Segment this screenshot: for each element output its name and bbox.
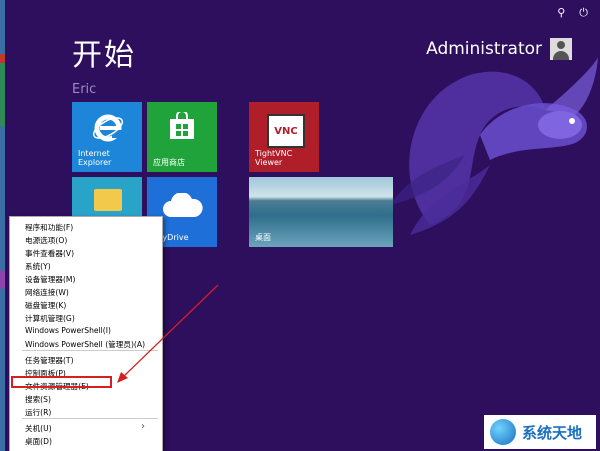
power-icon[interactable]: ⏻ (579, 6, 588, 20)
left-edge-strip (0, 0, 5, 451)
start-screen: ⚲ ⏻ 开始 Eric Administrator Internet Explo… (0, 0, 600, 451)
menu-item-task-manager[interactable]: 任务管理器(T) (25, 355, 74, 366)
watermark-text: 系统天地 (522, 423, 583, 442)
site-watermark: 系统天地 (484, 415, 596, 449)
menu-item-event-viewer[interactable]: 事件查看器(V) (25, 248, 74, 259)
tile-label: 应用商店 (153, 157, 185, 167)
watermark-logo-icon (490, 419, 516, 445)
menu-item-system[interactable]: 系统(Y) (25, 261, 51, 272)
menu-item-desktop[interactable]: 桌面(D) (25, 436, 52, 447)
menu-separator (22, 418, 158, 419)
user-account[interactable]: Administrator (426, 38, 572, 60)
menu-item-power-options[interactable]: 电源选项(O) (25, 235, 67, 246)
start-title: 开始 (72, 38, 136, 73)
tile-tightvnc-viewer[interactable]: VNC TightVNC Viewer (249, 102, 319, 172)
menu-item-network-connections[interactable]: 网络连接(W) (25, 287, 69, 298)
search-icon[interactable]: ⚲ (557, 6, 565, 20)
tile-label: Internet Explorer (78, 148, 112, 167)
menu-item-disk-management[interactable]: 磁盘管理(K) (25, 300, 66, 311)
top-window-controls: ⚲ ⏻ (557, 6, 588, 20)
cloud-icon (163, 193, 203, 217)
tile-label: TightVNC Viewer (255, 148, 293, 167)
menu-separator (22, 350, 158, 351)
menu-item-search[interactable]: 搜索(S) (25, 394, 51, 405)
betta-fish-background (390, 57, 598, 235)
menu-item-computer-management[interactable]: 计算机管理(G) (25, 313, 75, 324)
tile-internet-explorer[interactable]: Internet Explorer (72, 102, 142, 172)
tile-label: 桌面 (255, 232, 271, 242)
menu-item-powershell[interactable]: Windows PowerShell(I) (25, 326, 111, 335)
internet-explorer-icon (92, 114, 124, 142)
menu-item-shutdown[interactable]: 关机(U) (25, 421, 144, 434)
menu-item-powershell-admin[interactable]: Windows PowerShell (管理员)(A) (25, 339, 145, 350)
highlight-box-file-explorer (11, 376, 112, 388)
vnc-logo-icon: VNC (267, 114, 305, 148)
menu-item-programs-features[interactable]: 程序和功能(F) (25, 222, 73, 233)
menu-item-run[interactable]: 运行(R) (25, 407, 51, 418)
store-bag-icon (170, 112, 194, 139)
menu-item-device-manager[interactable]: 设备管理器(M) (25, 274, 75, 285)
tile-group-label: Eric (72, 82, 97, 97)
user-name: Administrator (426, 39, 542, 59)
user-avatar-icon (550, 38, 572, 60)
tile-store[interactable]: 应用商店 (147, 102, 217, 172)
tile-desktop[interactable]: 桌面 (249, 177, 393, 247)
folder-icon (94, 189, 122, 211)
winx-context-menu: 程序和功能(F) 电源选项(O) 事件查看器(V) 系统(Y) 设备管理器(M)… (9, 216, 163, 451)
